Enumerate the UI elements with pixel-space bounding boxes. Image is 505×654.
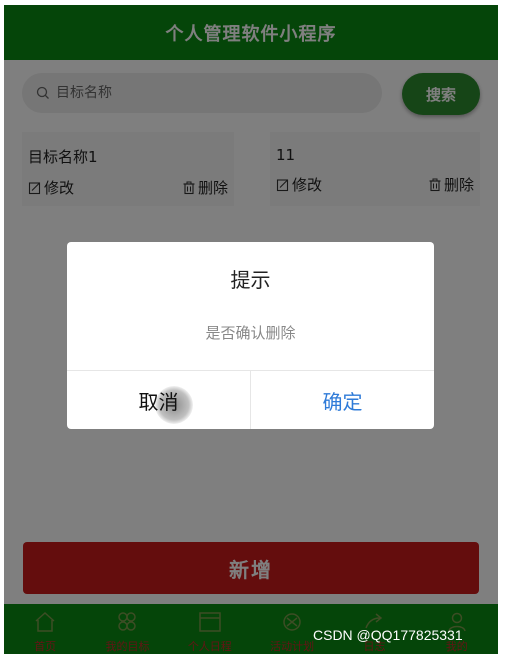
watermark: CSDN @QQ177825331 <box>313 627 463 643</box>
dialog-title: 提示 <box>230 268 271 292</box>
page-margin <box>498 0 505 654</box>
cancel-label: 取消 <box>138 389 179 414</box>
dialog-footer: 取消 确定 <box>67 370 434 429</box>
dialog-message: 是否确认删除 <box>205 324 296 342</box>
cancel-button[interactable]: 取消 <box>67 371 251 429</box>
confirm-button[interactable]: 确定 <box>251 371 434 429</box>
app-screen: 个人管理软件小程序 搜索 目标名称1 修改 <box>4 5 498 654</box>
confirm-dialog: 提示 是否确认删除 取消 确定 <box>67 242 434 429</box>
